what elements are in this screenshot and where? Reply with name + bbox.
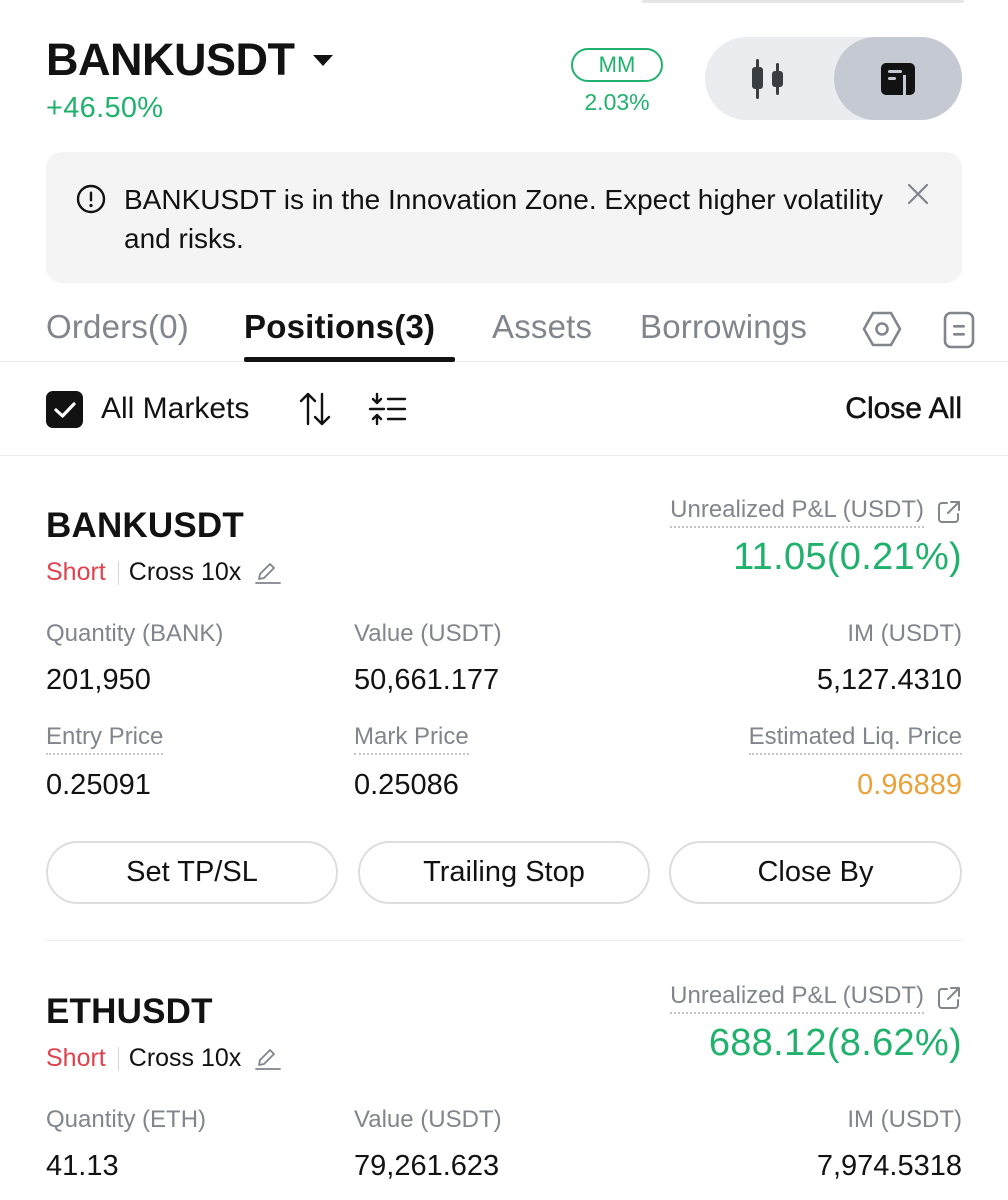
chart-view-button[interactable]	[705, 37, 833, 120]
close-all-button[interactable]: Close All	[845, 392, 962, 426]
value-value: 79,261.623	[354, 1150, 500, 1182]
position-card: ETHUSDT Short Cross 10x Unrealized P&L (…	[46, 982, 962, 1200]
im-value: 7,974.5318	[816, 1150, 962, 1182]
pnl-label-text[interactable]: Unrealized P&L (USDT)	[670, 496, 924, 528]
margin-mode: Cross 10x	[128, 1044, 242, 1072]
mark-price-label[interactable]: Mark Price	[354, 723, 469, 755]
all-markets-label[interactable]: All Markets	[101, 392, 249, 426]
unrealized-pnl-label: Unrealized P&L (USDT)	[670, 982, 962, 1014]
margin-mode: Cross 10x	[128, 558, 242, 586]
separator	[117, 1046, 119, 1071]
liq-price-value: 0.96889	[857, 769, 962, 801]
mm-badge: MM	[571, 48, 663, 82]
im-label: IM (USDT)	[847, 620, 962, 647]
entry-price-label[interactable]: Entry Price	[46, 723, 164, 755]
unrealized-pnl-value: 688.12(8.62%)	[708, 1022, 962, 1064]
quantity-label: Quantity (ETH)	[46, 1106, 207, 1133]
tab-orders[interactable]: Orders(0)	[46, 308, 189, 346]
value-value: 50,661.177	[354, 664, 500, 696]
position-symbol[interactable]: ETHUSDT	[46, 992, 213, 1032]
im-label: IM (USDT)	[847, 1106, 962, 1133]
tab-borrowings[interactable]: Borrowings	[640, 308, 807, 346]
separator	[117, 560, 119, 585]
tab-positions[interactable]: Positions(3)	[244, 308, 435, 346]
liq-price-label[interactable]: Estimated Liq. Price	[748, 723, 962, 755]
trailing-stop-button[interactable]: Trailing Stop	[358, 841, 650, 904]
tab-assets[interactable]: Assets	[492, 308, 592, 346]
pnl-label-text[interactable]: Unrealized P&L (USDT)	[670, 982, 924, 1014]
mm-value: 2.03%	[584, 89, 650, 115]
mark-price-value: 0.25086	[354, 769, 459, 801]
value-label: Value (USDT)	[354, 1106, 502, 1133]
quantity-value: 201,950	[46, 664, 151, 696]
position-actions: Set TP/SL Trailing Stop Close By	[46, 841, 962, 904]
position-meta: Short Cross 10x	[46, 1044, 282, 1073]
edit-pencil-icon[interactable]	[255, 1047, 282, 1071]
position-meta: Short Cross 10x	[46, 558, 282, 587]
notice-text: BANKUSDT is in the Innovation Zone. Expe…	[124, 184, 883, 254]
active-tab-underline	[244, 357, 455, 362]
unrealized-pnl-value: 11.05(0.21%)	[733, 536, 962, 578]
quantity-label: Quantity (BANK)	[46, 620, 224, 647]
quantity-value: 41.13	[46, 1150, 119, 1182]
all-markets-checkbox[interactable]	[46, 391, 83, 428]
candlestick-icon	[752, 58, 783, 99]
top-scroll-indicator	[642, 0, 964, 3]
positions-page: BANKUSDT +46.50% MM 2.03% BANKUSDT is in…	[0, 0, 1008, 1200]
view-toggle	[705, 37, 962, 120]
caret-down-icon	[312, 54, 333, 66]
unrealized-pnl-label: Unrealized P&L (USDT)	[670, 496, 962, 528]
header: BANKUSDT +46.50% MM 2.03%	[46, 32, 962, 132]
tab-bar: Orders(0) Positions(3) Assets Borrowings	[0, 300, 1008, 362]
position-side: Short	[46, 558, 106, 586]
value-label: Value (USDT)	[354, 620, 502, 647]
close-by-button[interactable]: Close By	[669, 841, 962, 904]
hexagon-settings-icon[interactable]	[862, 310, 902, 348]
card-divider	[46, 940, 962, 941]
position-card: BANKUSDT Short Cross 10x Unrealized P&L …	[46, 496, 962, 906]
entry-price-value: 0.25091	[46, 769, 151, 801]
price-change: +46.50%	[46, 92, 164, 124]
filter-row: All Markets Close All	[0, 363, 1008, 456]
symbol-title: BANKUSDT	[46, 34, 295, 85]
position-side: Short	[46, 1044, 106, 1072]
symbol-selector[interactable]: BANKUSDT	[46, 34, 333, 86]
set-tp-sl-button[interactable]: Set TP/SL	[46, 841, 338, 904]
position-symbol[interactable]: BANKUSDT	[46, 506, 244, 546]
checkmark-icon	[53, 401, 76, 418]
mm-indicator[interactable]: MM 2.03%	[571, 48, 663, 116]
share-external-icon[interactable]	[936, 985, 962, 1011]
im-value: 5,127.4310	[816, 664, 962, 696]
document-panel-icon	[881, 62, 915, 95]
collapse-list-icon[interactable]	[368, 392, 408, 426]
share-external-icon[interactable]	[936, 499, 962, 525]
edit-pencil-icon[interactable]	[255, 561, 282, 585]
document-list-icon[interactable]	[942, 310, 976, 350]
orderbook-view-button[interactable]	[834, 37, 962, 120]
info-circle-icon	[76, 184, 106, 214]
close-icon[interactable]	[906, 182, 930, 206]
innovation-zone-notice: BANKUSDT is in the Innovation Zone. Expe…	[46, 152, 962, 283]
sort-arrows-icon[interactable]	[298, 390, 332, 428]
